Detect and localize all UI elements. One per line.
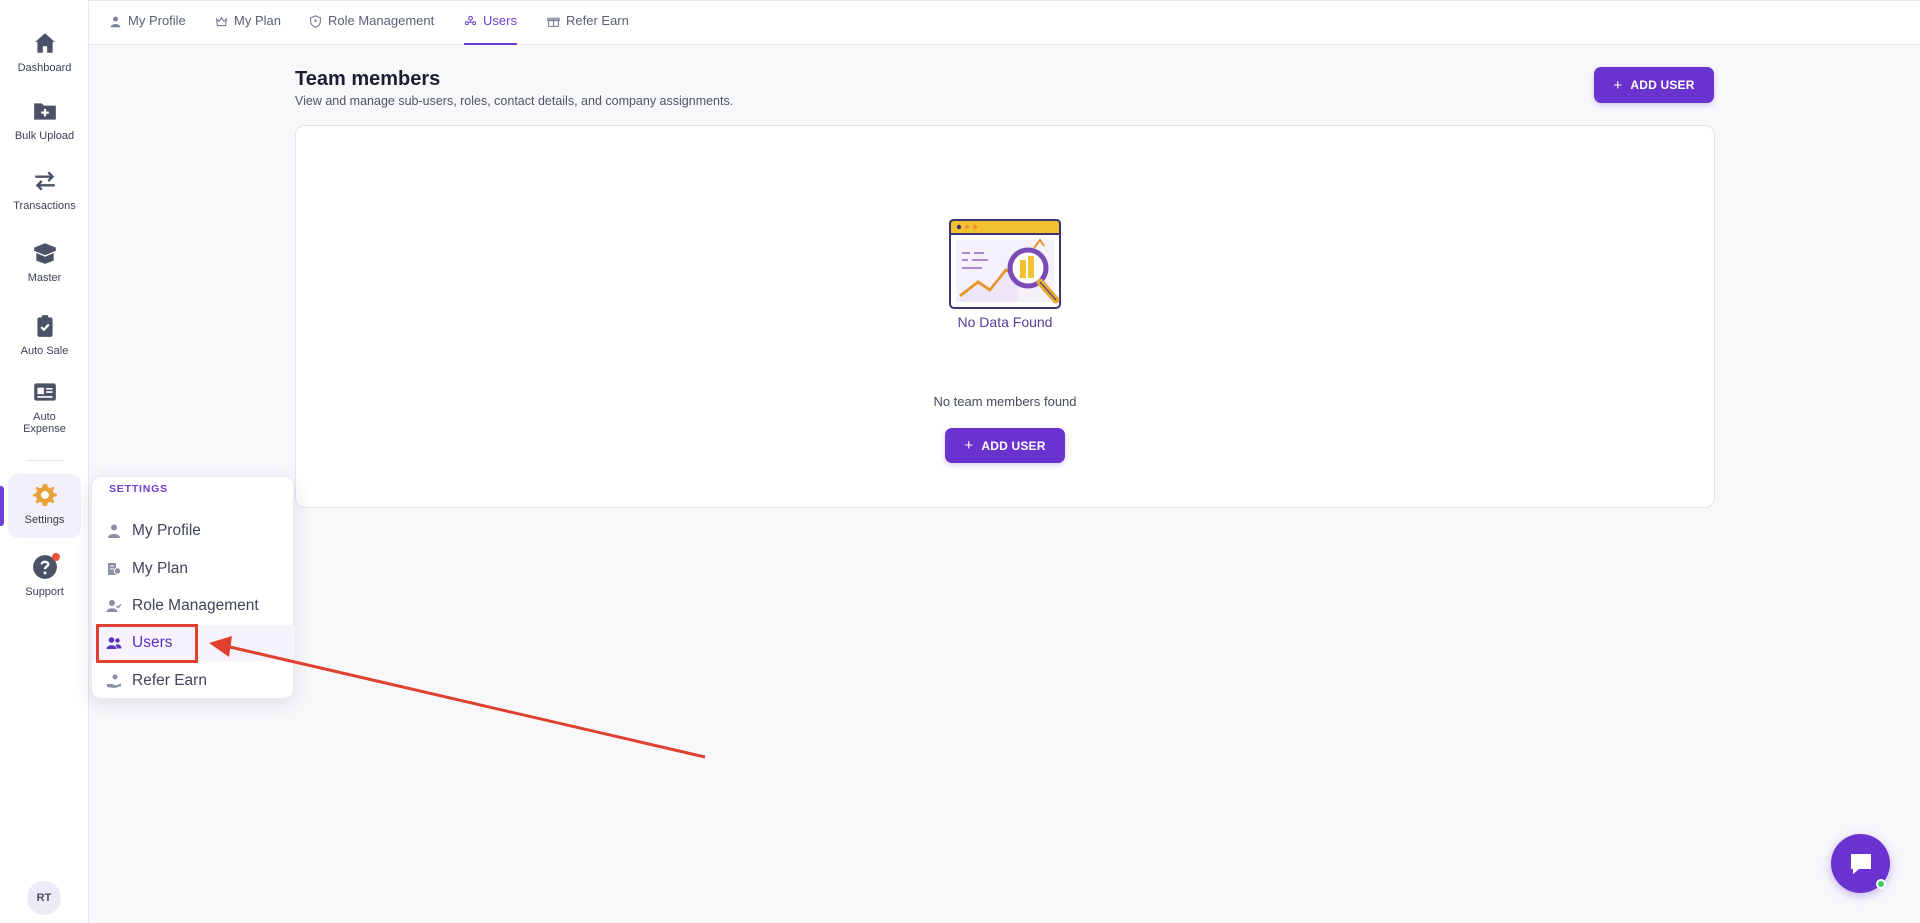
nav-transactions[interactable]: Transactions <box>0 168 89 212</box>
id-card-icon <box>33 383 56 401</box>
plus-icon: + <box>1613 76 1623 94</box>
menu-item-role-management[interactable]: Role Management <box>92 588 295 624</box>
home-icon <box>34 33 55 53</box>
tab-my-plan[interactable]: My Plan <box>215 13 281 45</box>
nav-auto-expense-label: Auto Expense <box>23 411 66 435</box>
user-icon <box>108 524 120 538</box>
gift-icon <box>547 17 560 27</box>
menu-item-refer-earn-label: Refer Earn <box>132 672 207 689</box>
nav-auto-sale-label: Auto Sale <box>20 345 69 357</box>
menu-item-my-profile[interactable]: My Profile <box>92 513 295 549</box>
empty-state-message: No team members found <box>933 394 1077 409</box>
tab-role-management[interactable]: Role Management <box>309 13 434 45</box>
user-check-icon <box>106 600 122 612</box>
folder-plus-icon <box>33 103 56 120</box>
nav-master-label: Master <box>27 272 62 284</box>
menu-item-my-profile-label: My Profile <box>132 522 201 539</box>
crown-icon <box>215 16 228 27</box>
settings-tab-bar: My Profile My Plan Role Management Users… <box>89 0 1920 45</box>
nav-bulk-upload[interactable]: Bulk Upload <box>0 98 89 142</box>
tab-users-label: Users <box>483 13 517 28</box>
nav-bulk-upload-label: Bulk Upload <box>14 130 75 142</box>
plan-icon <box>108 563 122 575</box>
add-user-empty-button-label: ADD USER <box>981 438 1046 453</box>
nav-support-label: Support <box>25 586 64 598</box>
settings-menu-title: SETTINGS <box>109 483 168 495</box>
menu-item-role-management-label: Role Management <box>132 597 259 614</box>
no-data-caption: No Data Found <box>957 314 1053 330</box>
menu-item-my-plan-label: My Plan <box>132 560 188 577</box>
online-status-dot <box>1876 879 1886 889</box>
hand-coin-icon <box>107 674 121 688</box>
tab-role-management-label: Role Management <box>328 13 435 28</box>
annotation-highlight-box <box>96 624 198 663</box>
nav-auto-sale[interactable]: Auto Sale <box>0 313 89 357</box>
box-icon <box>33 243 56 264</box>
user-icon <box>110 16 121 28</box>
settings-popover-menu: SETTINGS My Profile My Plan Role Managem… <box>91 476 295 699</box>
user-avatar[interactable]: RT <box>27 881 61 915</box>
menu-item-my-plan[interactable]: My Plan <box>92 551 295 587</box>
menu-item-refer-earn[interactable]: Refer Earn <box>92 663 295 699</box>
notification-dot <box>52 553 60 561</box>
add-user-empty-button[interactable]: + ADD USER <box>945 428 1065 463</box>
nav-master[interactable]: Master <box>0 240 89 284</box>
nav-support[interactable]: Support <box>0 554 89 598</box>
nav-settings-label: Settings <box>24 514 65 526</box>
tab-refer-earn-label: Refer Earn <box>566 13 629 28</box>
chat-bubble-icon <box>1850 853 1871 874</box>
tab-my-profile-label: My Profile <box>128 13 186 28</box>
nav-settings[interactable]: Settings <box>0 482 89 526</box>
clipboard-check-icon <box>36 315 53 337</box>
tab-my-profile[interactable]: My Profile <box>109 13 186 45</box>
nav-dashboard-label: Dashboard <box>17 62 72 74</box>
page-title: Team members <box>295 68 441 90</box>
add-user-button[interactable]: + ADD USER <box>1594 67 1714 103</box>
tab-refer-earn[interactable]: Refer Earn <box>547 13 629 45</box>
swap-icon <box>34 171 55 191</box>
left-nav-rail: Dashboard Bulk Upload Transactions Maste… <box>0 0 89 923</box>
shield-icon <box>310 15 321 28</box>
gear-icon <box>32 484 57 506</box>
nav-transactions-label: Transactions <box>13 200 76 212</box>
plus-icon: + <box>964 437 974 454</box>
page-subtitle: View and manage sub-users, roles, contac… <box>295 94 734 108</box>
users-icon <box>464 15 477 26</box>
tab-users[interactable]: Users <box>464 13 517 45</box>
nav-auto-expense[interactable]: Auto Expense <box>0 379 89 435</box>
add-user-button-label: ADD USER <box>1630 78 1695 92</box>
tab-my-plan-label: My Plan <box>234 13 281 28</box>
no-data-illustration <box>949 219 1061 309</box>
nav-divider <box>26 460 64 461</box>
nav-dashboard[interactable]: Dashboard <box>0 30 89 74</box>
